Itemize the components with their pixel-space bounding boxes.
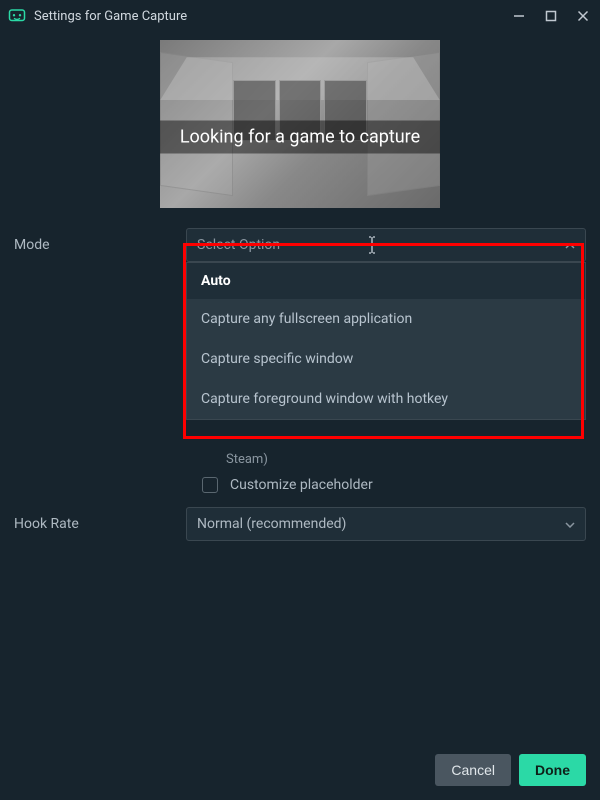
mode-dropdown: Auto Capture any fullscreen application … — [186, 262, 586, 420]
titlebar: Settings for Game Capture — [0, 0, 600, 32]
app-icon — [8, 7, 26, 25]
dialog-footer: Cancel Done — [435, 754, 586, 786]
window-controls — [510, 7, 592, 25]
hook-rate-select[interactable]: Normal (recommended) — [186, 507, 586, 541]
obscured-option-text: Steam) — [226, 452, 586, 467]
hook-rate-label: Hook Rate — [14, 516, 186, 532]
cancel-button[interactable]: Cancel — [435, 754, 511, 786]
customize-placeholder-label: Customize placeholder — [230, 477, 373, 493]
customize-placeholder-row: Customize placeholder — [202, 477, 586, 493]
chevron-up-icon — [565, 237, 575, 253]
mode-row: Mode Select Option Auto Capture any full… — [14, 228, 586, 262]
text-cursor-icon — [367, 236, 377, 254]
close-button[interactable] — [574, 7, 592, 25]
mode-select-placeholder: Select Option — [197, 237, 280, 253]
mode-option-auto[interactable]: Auto — [187, 263, 585, 299]
mode-label: Mode — [14, 237, 186, 253]
mode-option-specific-window[interactable]: Capture specific window — [187, 339, 585, 379]
maximize-button[interactable] — [542, 7, 560, 25]
chevron-down-icon — [565, 516, 575, 532]
minimize-button[interactable] — [510, 7, 528, 25]
mode-select[interactable]: Select Option — [186, 228, 586, 262]
settings-form: Mode Select Option Auto Capture any full… — [0, 220, 600, 561]
mode-option-fullscreen[interactable]: Capture any fullscreen application — [187, 299, 585, 339]
customize-placeholder-checkbox[interactable] — [202, 477, 218, 493]
preview-banner-text: Looking for a game to capture — [160, 121, 440, 154]
hook-rate-value: Normal (recommended) — [197, 516, 346, 532]
mode-option-foreground-hotkey[interactable]: Capture foreground window with hotkey — [187, 379, 585, 419]
preview-area: Looking for a game to capture — [0, 32, 600, 220]
preview-image: Looking for a game to capture — [160, 40, 440, 208]
window-title: Settings for Game Capture — [34, 9, 187, 24]
hook-rate-row: Hook Rate Normal (recommended) — [14, 507, 586, 541]
done-button[interactable]: Done — [519, 754, 586, 786]
